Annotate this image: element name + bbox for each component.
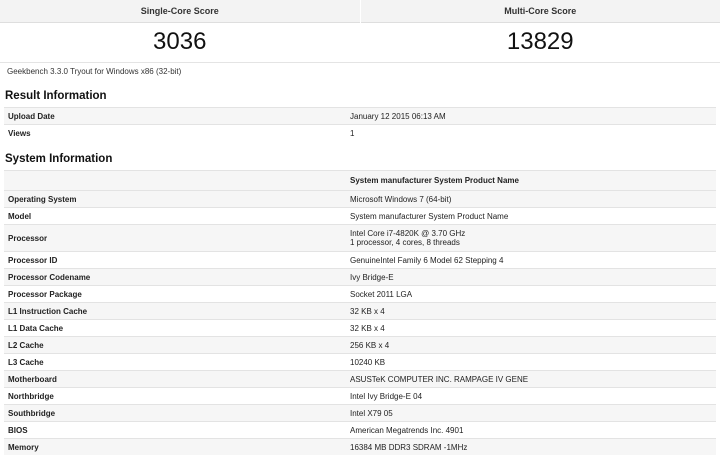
row-key: L1 Data Cache: [4, 320, 346, 337]
table-row: Operating System Microsoft Windows 7 (64…: [4, 191, 716, 208]
multi-core-score-panel: Multi-Core Score 13829: [361, 0, 720, 62]
header-key: [4, 171, 346, 191]
single-core-score-value: 3036: [0, 23, 360, 61]
table-row: Processor Package Socket 2011 LGA: [4, 286, 716, 303]
row-value: January 12 2015 06:13 AM: [346, 108, 716, 125]
processor-topology: 1 processor, 4 cores, 8 threads: [350, 238, 712, 247]
row-value: Ivy Bridge-E: [346, 269, 716, 286]
row-value: Microsoft Windows 7 (64-bit): [346, 191, 716, 208]
table-row: L3 Cache 10240 KB: [4, 354, 716, 371]
single-core-score-panel: Single-Core Score 3036: [0, 0, 361, 62]
row-key: Memory: [4, 439, 346, 455]
row-value: GenuineIntel Family 6 Model 62 Stepping …: [346, 252, 716, 269]
table-row: L1 Instruction Cache 32 KB x 4: [4, 303, 716, 320]
table-row: Model System manufacturer System Product…: [4, 208, 716, 225]
result-information-table: Upload Date January 12 2015 06:13 AM Vie…: [4, 107, 716, 141]
table-row: Processor Codename Ivy Bridge-E: [4, 269, 716, 286]
single-core-score-label: Single-Core Score: [0, 0, 360, 23]
row-key: L3 Cache: [4, 354, 346, 371]
processor-model: Intel Core i7-4820K @ 3.70 GHz: [350, 229, 712, 238]
row-value: System manufacturer System Product Name: [346, 208, 716, 225]
row-key: Upload Date: [4, 108, 346, 125]
row-key: Motherboard: [4, 371, 346, 388]
table-row: Views 1: [4, 125, 716, 142]
row-key: Processor Codename: [4, 269, 346, 286]
row-key: BIOS: [4, 422, 346, 439]
row-value: Intel X79 05: [346, 405, 716, 422]
table-row: BIOS American Megatrends Inc. 4901: [4, 422, 716, 439]
system-information-title: System Information: [0, 152, 720, 170]
table-row: Processor ID GenuineIntel Family 6 Model…: [4, 252, 716, 269]
row-value: ASUSTeK COMPUTER INC. RAMPAGE IV GENE: [346, 371, 716, 388]
multi-core-score-label: Multi-Core Score: [361, 0, 720, 23]
row-value: 16384 MB DDR3 SDRAM -1MHz: [346, 439, 716, 455]
row-value: 10240 KB: [346, 354, 716, 371]
system-information-table: System manufacturer System Product Name …: [4, 170, 716, 455]
row-key: L1 Instruction Cache: [4, 303, 346, 320]
score-summary: Single-Core Score 3036 Multi-Core Score …: [0, 0, 720, 63]
header-value: System manufacturer System Product Name: [346, 171, 716, 191]
row-key: Operating System: [4, 191, 346, 208]
benchmark-version: Geekbench 3.3.0 Tryout for Windows x86 (…: [0, 63, 720, 85]
row-key: Processor: [4, 225, 346, 252]
table-row: Processor Intel Core i7-4820K @ 3.70 GHz…: [4, 225, 716, 252]
row-key: Views: [4, 125, 346, 142]
table-row: Northbridge Intel Ivy Bridge-E 04: [4, 388, 716, 405]
row-value: Socket 2011 LGA: [346, 286, 716, 303]
table-row: Upload Date January 12 2015 06:13 AM: [4, 108, 716, 125]
row-value: 256 KB x 4: [346, 337, 716, 354]
row-key: Southbridge: [4, 405, 346, 422]
row-key: Model: [4, 208, 346, 225]
row-value: 32 KB x 4: [346, 303, 716, 320]
table-row: L1 Data Cache 32 KB x 4: [4, 320, 716, 337]
table-row: Memory 16384 MB DDR3 SDRAM -1MHz: [4, 439, 716, 455]
row-key: Processor ID: [4, 252, 346, 269]
multi-core-score-value: 13829: [361, 23, 720, 61]
table-row: Southbridge Intel X79 05: [4, 405, 716, 422]
row-value: 1: [346, 125, 716, 142]
row-key: Northbridge: [4, 388, 346, 405]
row-key: Processor Package: [4, 286, 346, 303]
row-value: American Megatrends Inc. 4901: [346, 422, 716, 439]
table-row: Motherboard ASUSTeK COMPUTER INC. RAMPAG…: [4, 371, 716, 388]
row-value: Intel Ivy Bridge-E 04: [346, 388, 716, 405]
table-header-row: System manufacturer System Product Name: [4, 171, 716, 191]
result-information-title: Result Information: [0, 89, 720, 107]
table-row: L2 Cache 256 KB x 4: [4, 337, 716, 354]
row-value: 32 KB x 4: [346, 320, 716, 337]
row-key: L2 Cache: [4, 337, 346, 354]
row-value: Intel Core i7-4820K @ 3.70 GHz 1 process…: [346, 225, 716, 252]
